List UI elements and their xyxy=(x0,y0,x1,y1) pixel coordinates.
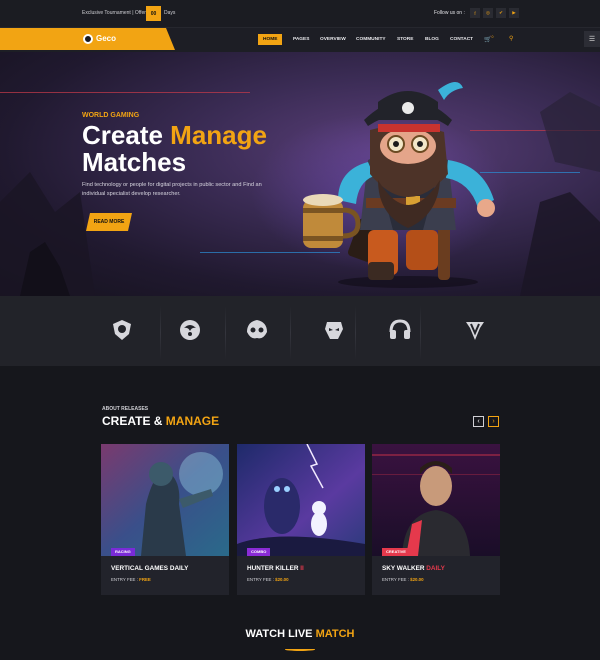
days-label: Days xyxy=(164,10,176,16)
nav-store[interactable]: STORE xyxy=(397,37,413,42)
logo-icon[interactable] xyxy=(83,34,93,44)
entry-fee-label: ENTRY FEE : xyxy=(382,577,411,582)
section-title-accent: MANAGE xyxy=(165,414,220,428)
search-icon[interactable]: ⚲ xyxy=(509,35,513,42)
entry-fee-value: $20.00 xyxy=(275,577,289,582)
entry-fee-label: ENTRY FEE : xyxy=(111,577,140,582)
section-title: CREATE & MANAGE xyxy=(102,414,219,428)
release-card-image xyxy=(101,444,229,556)
headset-icon[interactable] xyxy=(388,318,412,342)
entry-fee-label: ENTRY FEE : xyxy=(247,577,276,582)
cart-count: 0 xyxy=(491,35,494,39)
nav-pages[interactable]: PAGES xyxy=(293,37,309,42)
release-card[interactable]: CREATIVE SKY WALKER DAILY ENTRY FEE : $2… xyxy=(372,444,500,595)
divider xyxy=(225,306,226,360)
tournament-offer-text: Exclusive Tournament | Offer xyxy=(82,10,146,16)
card-title-white: VERTICAL GAMES DAILY xyxy=(111,565,189,572)
card-title-white: HUNTER KILLER xyxy=(247,565,301,572)
genre-tag: COMBO xyxy=(247,548,271,556)
release-card[interactable]: COMBO HUNTER KILLER II ENTRY FEE : $20.0… xyxy=(237,444,365,595)
release-card-image xyxy=(372,444,500,556)
instagram-icon[interactable]: ◎ xyxy=(483,8,493,18)
watch-title-white: WATCH LIVE xyxy=(245,628,316,640)
card-title: VERTICAL GAMES DAILY xyxy=(111,565,188,572)
release-card-image xyxy=(237,444,365,556)
twitter-icon[interactable]: ✔ xyxy=(496,8,506,18)
nav-contact[interactable]: CONTACT xyxy=(450,37,473,42)
entry-fee: ENTRY FEE : $20.00 xyxy=(382,577,424,582)
hero-title-accent: Manage xyxy=(170,120,267,150)
nav-blog[interactable]: BLOG xyxy=(425,37,439,42)
brand-logos-strip xyxy=(0,296,600,366)
top-bar: Exclusive Tournament | Offer 00 Days Fol… xyxy=(0,0,600,28)
divider xyxy=(420,306,421,360)
divider xyxy=(290,306,291,360)
nav-community[interactable]: COMMUNITY xyxy=(356,37,386,42)
nav-home[interactable]: HOME xyxy=(258,34,283,45)
hero-title-line2: Matches xyxy=(82,147,187,177)
hero-description: Find technology or people for digital pr… xyxy=(82,182,262,197)
logo-text[interactable]: Geco xyxy=(96,34,116,43)
carousel-next-button[interactable]: › xyxy=(488,416,499,427)
read-more-button[interactable]: READ MORE xyxy=(86,213,132,231)
gamepad-skull-icon[interactable] xyxy=(245,318,269,342)
card-title: SKY WALKER DAILY xyxy=(382,565,445,572)
title-underline-decor xyxy=(285,648,315,651)
section-title-white: CREATE & xyxy=(102,414,166,428)
genre-tag: CREATIVE xyxy=(382,548,410,556)
shield-emblem-icon[interactable] xyxy=(110,318,134,342)
follow-label: Follow us on : xyxy=(434,10,465,16)
watch-title-accent: MATCH xyxy=(315,628,355,640)
card-title: HUNTER KILLER II xyxy=(247,565,304,572)
entry-fee-value: $20.00 xyxy=(410,577,424,582)
section-eyebrow: ABOUT RELEASES xyxy=(102,406,149,412)
cart-icon[interactable]: 🛒0 xyxy=(484,35,494,43)
entry-fee: ENTRY FEE : $20.00 xyxy=(247,577,289,582)
youtube-icon[interactable]: ▶ xyxy=(509,8,519,18)
hamburger-menu-icon[interactable]: ☰ xyxy=(584,31,600,47)
dragon-emblem-icon[interactable] xyxy=(178,318,202,342)
watch-live-title: WATCH LIVE MATCH xyxy=(0,628,600,640)
release-card[interactable]: RACING VERTICAL GAMES DAILY ENTRY FEE : … xyxy=(101,444,229,595)
nav-overview[interactable]: OVERVIEW xyxy=(320,37,346,42)
warrior-head-icon[interactable] xyxy=(322,318,346,342)
card-title-accent: II xyxy=(300,565,304,572)
days-counter: 00 xyxy=(146,6,161,21)
hero-eyebrow: WORLD GAMING xyxy=(82,112,140,119)
carousel-prev-button[interactable]: ‹ xyxy=(473,416,484,427)
divider xyxy=(355,306,356,360)
entry-fee-value: FREE xyxy=(139,577,151,582)
genre-tag: RACING xyxy=(111,548,135,556)
card-title-white: SKY WALKER xyxy=(382,565,427,572)
divider xyxy=(160,306,161,360)
crest-v-icon[interactable] xyxy=(463,318,487,342)
entry-fee: ENTRY FEE : FREE xyxy=(111,577,151,582)
hero-title-white: Create xyxy=(82,120,171,150)
facebook-icon[interactable]: f xyxy=(470,8,480,18)
pirate-character-illustration xyxy=(303,81,495,288)
card-title-accent: DAILY xyxy=(426,565,445,572)
